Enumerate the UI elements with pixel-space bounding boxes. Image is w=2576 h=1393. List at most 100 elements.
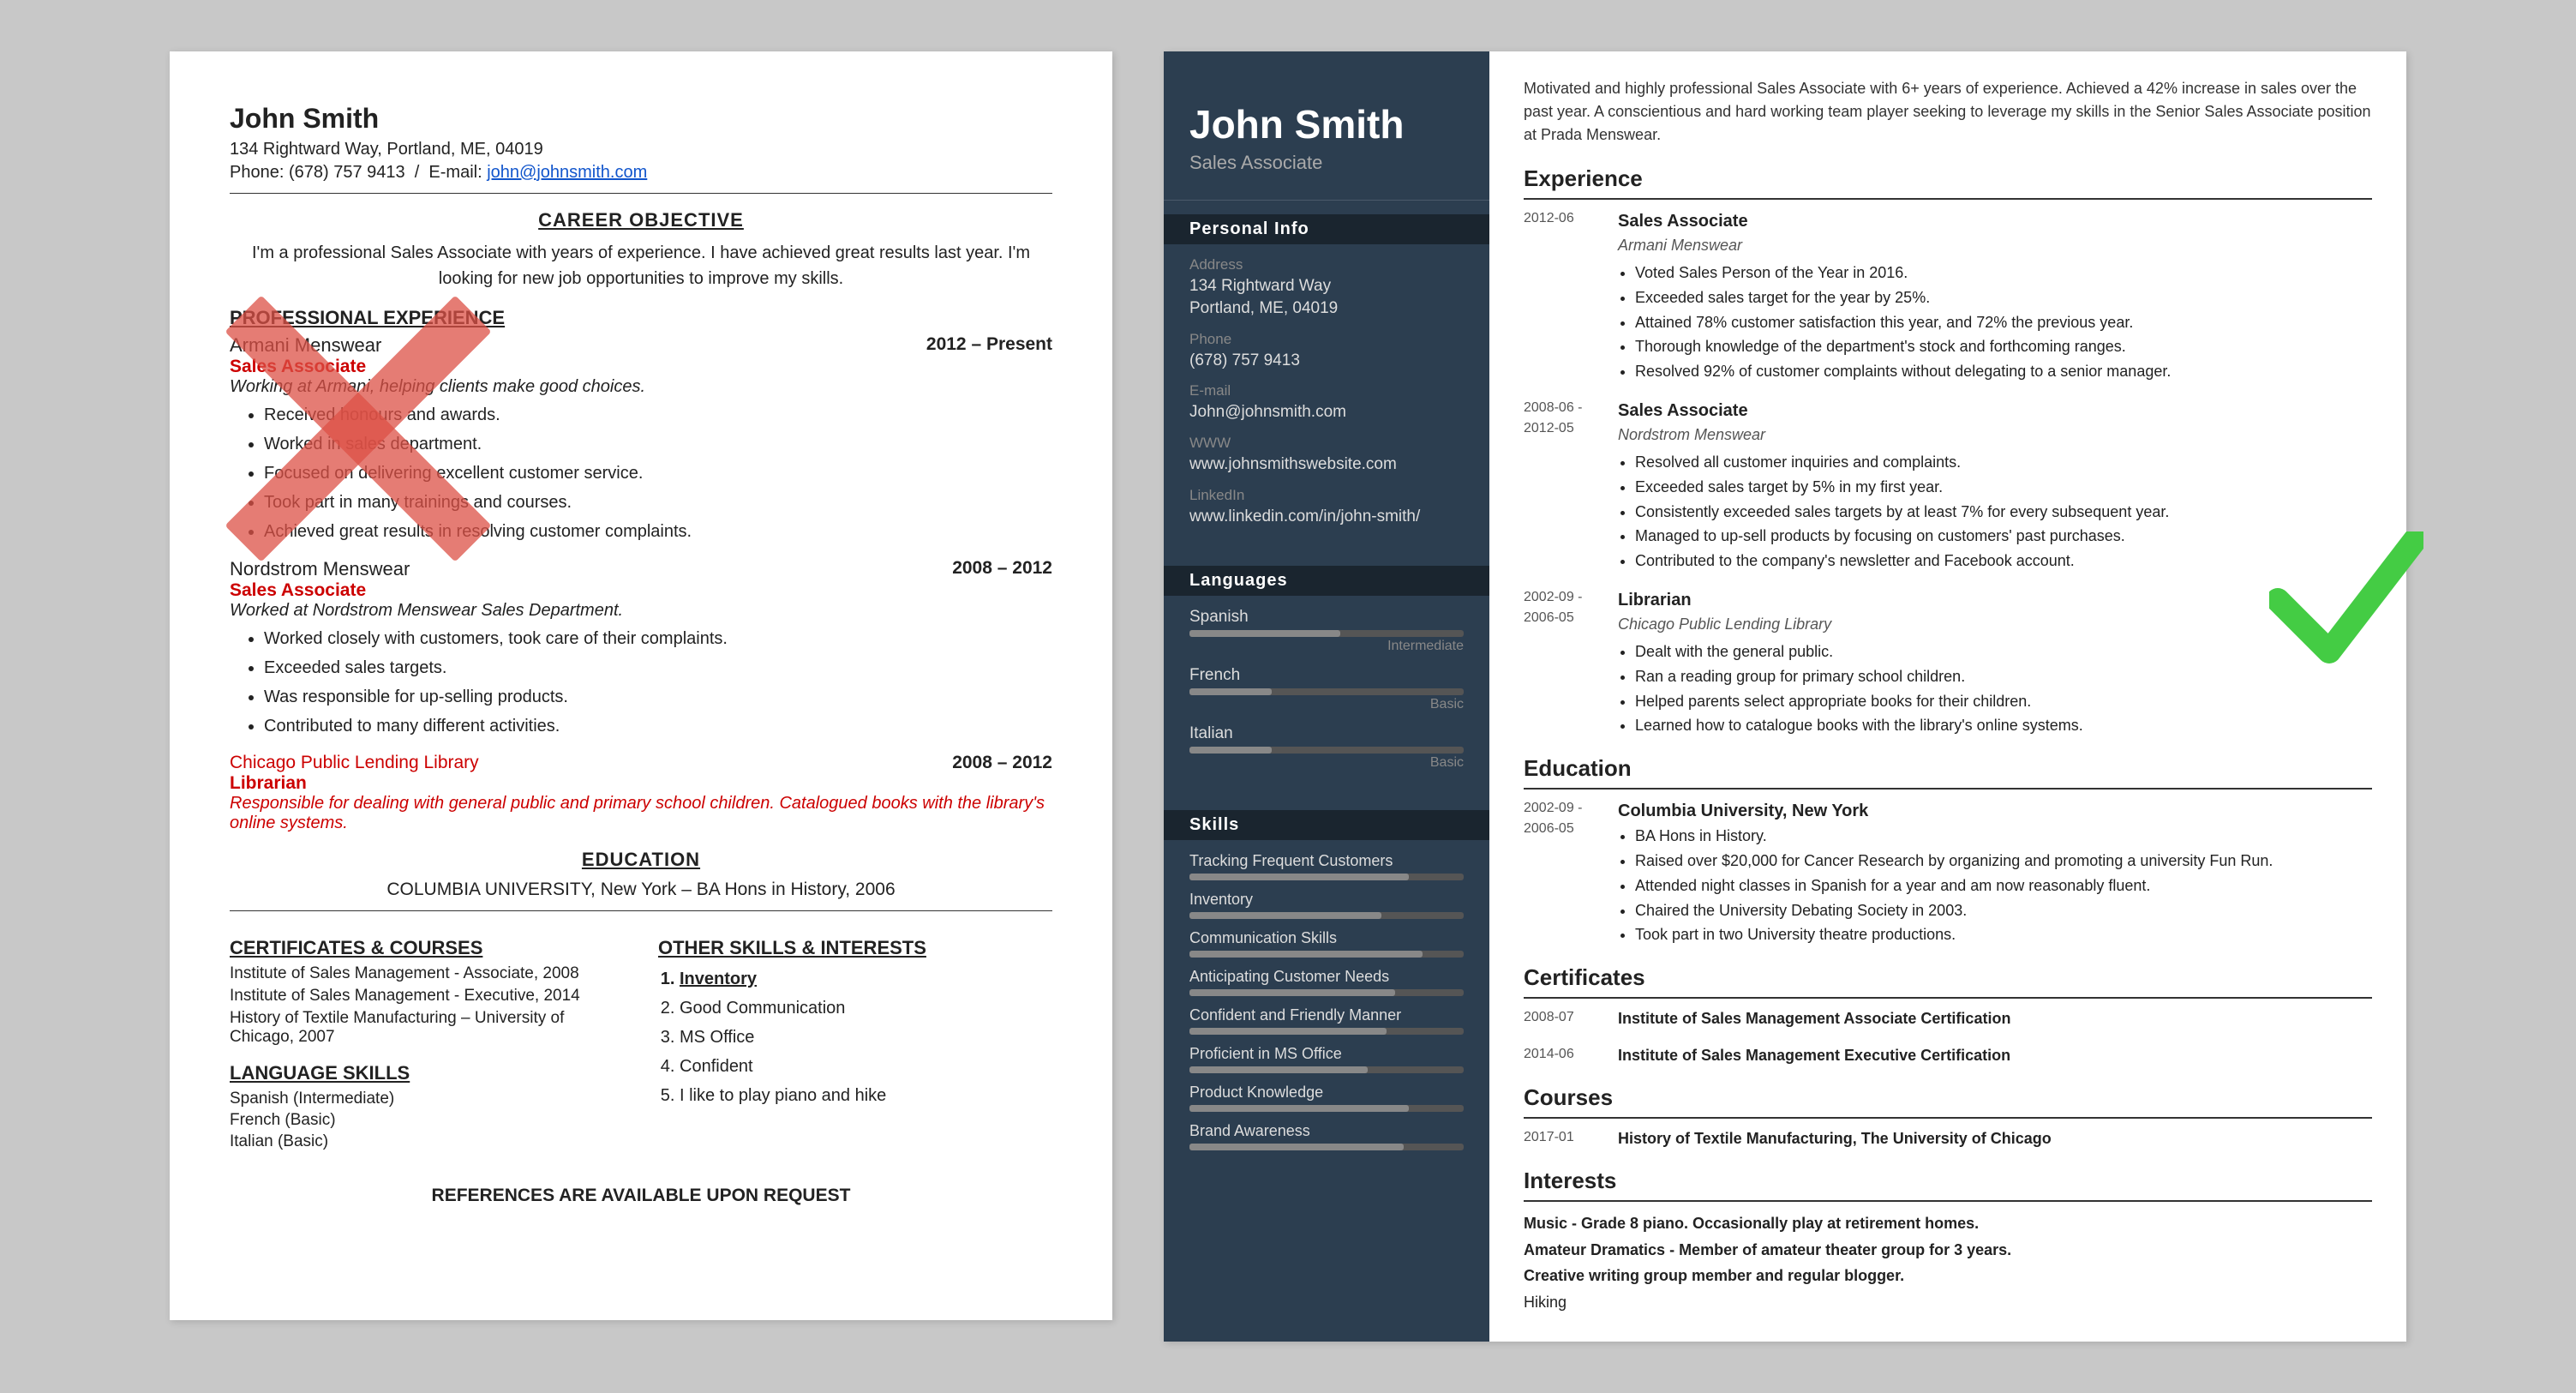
course-text-1: History of Textile Manufacturing, The Un… <box>1618 1127 2372 1150</box>
exp-title-3: Librarian <box>1618 587 2372 613</box>
address-label: Address <box>1189 256 1464 273</box>
email-label: E-mail: <box>428 163 482 182</box>
lang-3: Italian (Basic) <box>230 1132 624 1151</box>
skill-5: I like to play piano and hike <box>680 1081 1052 1110</box>
job-title-1: Sales Associate <box>230 357 1052 377</box>
bullet: Contributed to the company's newsletter … <box>1635 549 2372 573</box>
job-company-1: Armani Menswear <box>230 334 381 357</box>
job-company-2: Nordstrom Menswear <box>230 558 410 580</box>
job-bullets-2: Worked closely with customers, took care… <box>264 624 1052 741</box>
skill-item-2: Inventory <box>1189 891 1464 919</box>
lang-item-3: Italian Basic <box>1189 724 1464 771</box>
job-desc-2: Worked at Nordstrom Menswear Sales Depar… <box>230 601 1052 621</box>
bullet: Achieved great results in resolving cust… <box>264 517 1052 546</box>
bullet: Exceeded sales targets. <box>264 653 1052 682</box>
bullet: Resolved 92% of customer complaints with… <box>1635 359 2372 384</box>
other-skills-title: OTHER SKILLS & INTERESTS <box>658 937 1052 959</box>
course-row-1: 2017-01 History of Textile Manufacturing… <box>1524 1127 2372 1150</box>
edu-row-1: 2002-09 - 2006-05 Columbia University, N… <box>1524 798 2372 947</box>
bullet: Resolved all customer inquiries and comp… <box>1635 450 2372 475</box>
skill-bar-5 <box>1189 1028 1387 1035</box>
skill-bar-7 <box>1189 1105 1409 1112</box>
job-desc-3: Responsible for dealing with general pub… <box>230 794 1052 833</box>
job-bullets-1: Received honours and awards. Worked in s… <box>264 400 1052 546</box>
courses-head: Courses <box>1524 1081 2372 1119</box>
lang-name-1: Spanish <box>1189 608 1464 627</box>
cert-dates-1: 2008-07 <box>1524 1007 1618 1030</box>
interest-4: Hiking <box>1524 1289 2372 1316</box>
languages-label: Languages <box>1164 566 1489 596</box>
lang-level-3: Basic <box>1189 755 1464 771</box>
bullet: Was responsible for up-selling products. <box>264 682 1052 712</box>
skill-name-2: Inventory <box>1189 891 1464 909</box>
job-dates-1: 2012 – Present <box>926 334 1052 355</box>
sidebar-phone: (678) 757 9413 <box>1189 350 1464 373</box>
skill-item-4: Anticipating Customer Needs <box>1189 968 1464 996</box>
languages-section: Languages Spanish Intermediate French Ba… <box>1164 552 1489 796</box>
exp-company-1: Armani Menswear <box>1618 234 2372 257</box>
cert-text-2: Institute of Sales Management Executive … <box>1618 1044 2372 1067</box>
exp-company-2: Nordstrom Menswear <box>1618 423 2372 447</box>
experience-head: Experience <box>1524 162 2372 200</box>
exp-detail-3: Librarian Chicago Public Lending Library… <box>1618 587 2372 738</box>
bullet: Attended night classes in Spanish for a … <box>1635 874 2372 898</box>
exp-bullets-1: Voted Sales Person of the Year in 2016. … <box>1635 261 2372 384</box>
exp-bullets-2: Resolved all customer inquiries and comp… <box>1635 450 2372 573</box>
lang-name-3: Italian <box>1189 724 1464 743</box>
divider-bottom <box>230 910 1052 911</box>
bullet: Chaired the University Debating Society … <box>1635 898 2372 923</box>
skill-name-5: Confident and Friendly Manner <box>1189 1006 1464 1024</box>
cert-row-1: 2008-07 Institute of Sales Management As… <box>1524 1007 2372 1030</box>
skill-name-7: Product Knowledge <box>1189 1084 1464 1102</box>
course-dates-1: 2017-01 <box>1524 1127 1618 1150</box>
education-head: Education <box>1524 752 2372 790</box>
cert-dates-2: 2014-06 <box>1524 1044 1618 1067</box>
exp-dates-2: 2008-06 - 2012-05 <box>1524 398 1618 573</box>
skill-name-3: Communication Skills <box>1189 929 1464 947</box>
skill-item-3: Communication Skills <box>1189 929 1464 958</box>
exp-dates-3: 2002-09 - 2006-05 <box>1524 587 1618 738</box>
skill-bar-8 <box>1189 1144 1404 1150</box>
exp-row-2: 2008-06 - 2012-05 Sales Associate Nordst… <box>1524 398 2372 573</box>
job-title-3: Librarian <box>230 773 1052 794</box>
bullet: Exceeded sales target for the year by 25… <box>1635 285 2372 310</box>
bullet: Learned how to catalogue books with the … <box>1635 713 2372 738</box>
personal-info-label: Personal Info <box>1164 214 1489 244</box>
main-content: Motivated and highly professional Sales … <box>1489 51 2406 1342</box>
skills-label: Skills <box>1164 810 1489 840</box>
exp-title-2: Sales Associate <box>1618 398 2372 423</box>
resume-right: John Smith Sales Associate Personal Info… <box>1164 51 2406 1342</box>
bullet: Ran a reading group for primary school c… <box>1635 664 2372 689</box>
email-link[interactable]: john@johnsmith.com <box>487 163 647 182</box>
bullet: Attained 78% customer satisfaction this … <box>1635 310 2372 335</box>
email-label-sidebar: E-mail <box>1189 382 1464 399</box>
lang-item-1: Spanish Intermediate <box>1189 608 1464 654</box>
skill-4: Confident <box>680 1052 1052 1081</box>
cert-2: Institute of Sales Management - Executiv… <box>230 987 624 1006</box>
cert-3: History of Textile Manufacturing – Unive… <box>230 1009 624 1047</box>
edu-school-1: Columbia University, New York <box>1618 798 2372 824</box>
job-desc-1: Working at Armani, helping clients make … <box>230 377 1052 397</box>
skill-item-1: Tracking Frequent Customers <box>1189 852 1464 880</box>
bullet: Managed to up-sell products by focusing … <box>1635 524 2372 549</box>
exp-row-3: 2002-09 - 2006-05 Librarian Chicago Publ… <box>1524 587 2372 738</box>
exp-detail-1: Sales Associate Armani Menswear Voted Sa… <box>1618 208 2372 384</box>
left-contact: Phone: (678) 757 9413 / E-mail: john@joh… <box>230 163 1052 183</box>
sidebar-name-block: John Smith Sales Associate <box>1164 86 1489 201</box>
edu-dates-1: 2002-09 - 2006-05 <box>1524 798 1618 947</box>
certs-title: CERTIFICATES & COURSES <box>230 937 624 959</box>
education-title: EDUCATION <box>230 849 1052 871</box>
sidebar-www: www.johnsmithswebsite.com <box>1189 453 1464 477</box>
job-company-3: Chicago Public Lending Library <box>230 753 479 773</box>
lang-bar-fill-3 <box>1189 747 1272 754</box>
phone-value: (678) 757 9413 <box>289 163 405 182</box>
sidebar-name: John Smith <box>1189 103 1464 147</box>
exp-company-3: Chicago Public Lending Library <box>1618 613 2372 636</box>
bullet: Contributed to many different activities… <box>264 712 1052 741</box>
personal-info-section: Personal Info Address 134 Rightward WayP… <box>1164 201 1489 553</box>
prof-exp-title: PROFESSIONAL EXPERIENCE <box>230 307 1052 329</box>
job-dates-3: 2008 – 2012 <box>952 753 1052 773</box>
skill-bar-3 <box>1189 951 1423 958</box>
career-obj-text: I'm a professional Sales Associate with … <box>230 240 1052 291</box>
interests-head: Interests <box>1524 1164 2372 1202</box>
